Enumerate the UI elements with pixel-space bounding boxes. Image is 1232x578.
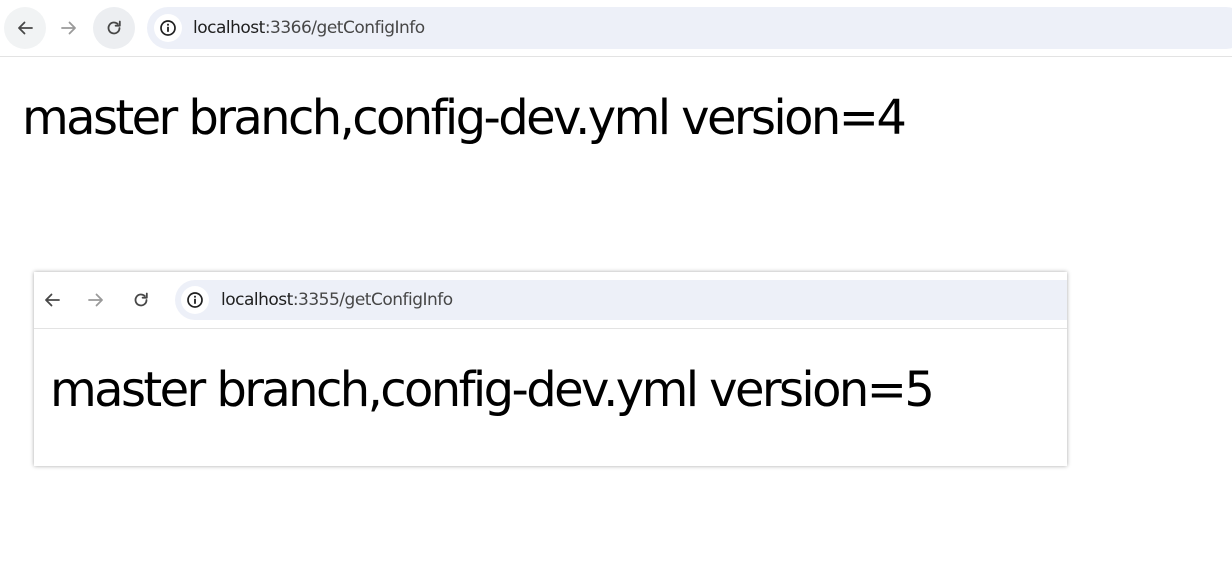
arrow-left-icon	[18, 21, 33, 35]
embedded-site-info-button[interactable]	[181, 286, 209, 314]
back-button[interactable]	[4, 7, 46, 49]
page-body-text: master branch,config-dev.yml version=4	[22, 90, 907, 146]
reload-button[interactable]	[93, 7, 135, 49]
embedded-browser-toolbar: localhost:3355/getConfigInfo	[34, 272, 1067, 329]
arrow-left-icon	[45, 293, 60, 307]
url-text[interactable]: localhost:3366/getConfigInfo	[193, 7, 425, 49]
embedded-browser-screenshot: localhost:3355/getConfigInfo master bran…	[34, 272, 1067, 466]
arrow-right-icon	[88, 293, 103, 307]
embedded-url-host: localhost	[221, 290, 293, 310]
reload-icon	[107, 20, 121, 35]
embedded-reload-button[interactable]	[124, 283, 158, 317]
reload-icon	[134, 292, 148, 307]
embedded-back-button[interactable]	[35, 283, 69, 317]
address-bar[interactable]: localhost:3366/getConfigInfo	[147, 7, 1232, 49]
info-icon	[187, 292, 203, 308]
embedded-forward-button[interactable]	[79, 283, 113, 317]
embedded-url-text[interactable]: localhost:3355/getConfigInfo	[221, 280, 453, 320]
browser-toolbar: localhost:3366/getConfigInfo	[0, 0, 1232, 57]
info-icon	[160, 20, 176, 36]
embedded-url-path: :3355/getConfigInfo	[292, 290, 453, 310]
arrow-right-icon	[61, 21, 76, 35]
forward-button[interactable]	[48, 7, 90, 49]
embedded-address-bar[interactable]: localhost:3355/getConfigInfo	[175, 280, 1067, 320]
site-info-button[interactable]	[154, 14, 182, 42]
url-host: localhost	[193, 18, 265, 38]
url-path: :3366/getConfigInfo	[264, 18, 425, 38]
embedded-page-body-text: master branch,config-dev.yml version=5	[50, 362, 935, 418]
